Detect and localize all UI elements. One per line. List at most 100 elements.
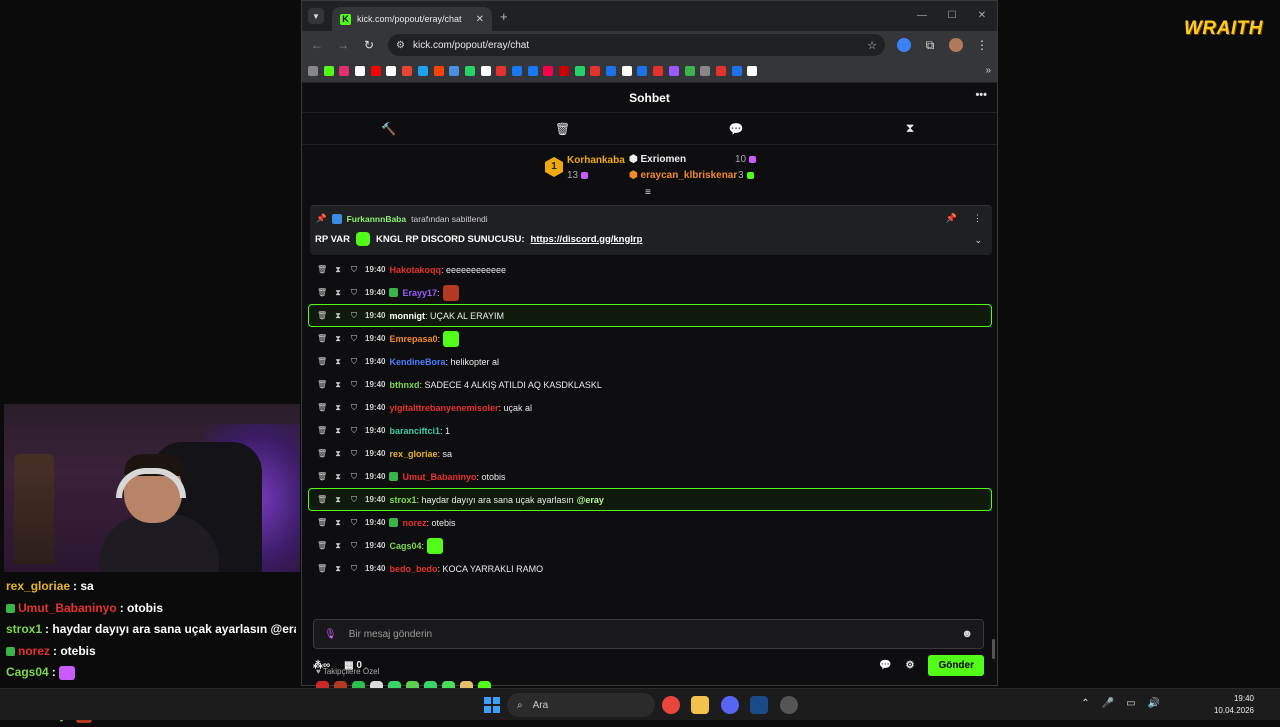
chat-message[interactable]: 🗑 ⧗ ⛉ 19:40 bedo_bedo: KOCA YARRAKLI RAMO — [308, 557, 992, 580]
bookmark-favicon-icon[interactable] — [527, 65, 538, 76]
bookmark-favicon-icon[interactable] — [355, 65, 366, 76]
delete-message-icon[interactable]: 🗑 — [317, 472, 327, 481]
delete-message-icon[interactable]: 🗑 — [317, 311, 327, 320]
bookmark-favicon-icon[interactable] — [386, 65, 397, 76]
discord-link[interactable]: https://discord.gg/knglrp — [531, 234, 643, 245]
chat-message[interactable]: 🗑 ⧗ ⛉ 19:40 KendineBora: helikopter al — [308, 350, 992, 373]
chat-scrollbar[interactable] — [992, 639, 995, 659]
bookmark-favicon-icon[interactable] — [590, 65, 601, 76]
volume-icon[interactable]: 🔊 — [1148, 698, 1160, 709]
bookmark-favicon-icon[interactable] — [731, 65, 742, 76]
timeout-icon[interactable]: ⧗ — [333, 472, 343, 482]
bookmark-favicon-icon[interactable] — [621, 65, 632, 76]
network-icon[interactable]: ▭ — [1126, 698, 1135, 709]
discord-icon[interactable] — [721, 696, 739, 714]
delete-message-icon[interactable]: 🗑 — [317, 426, 327, 435]
chat-input[interactable]: 🎙 Bir mesaj gönderin ☻ — [313, 619, 984, 649]
timeout-icon[interactable]: ⧗ — [333, 288, 343, 298]
pinned-menu-icon[interactable]: ⋮ — [973, 213, 982, 224]
message-username[interactable]: monnigt — [389, 311, 425, 321]
bookmark-favicon-icon[interactable] — [637, 65, 648, 76]
taskbar-search[interactable]: ⌕ Ara — [507, 693, 655, 717]
bookmark-favicon-icon[interactable] — [668, 65, 679, 76]
message-username[interactable]: Cags04 — [389, 541, 421, 551]
back-icon[interactable]: ← — [310, 38, 324, 52]
timeout-icon[interactable]: ⧗ — [333, 495, 343, 505]
delete-message-icon[interactable]: 🗑 — [317, 495, 327, 504]
channel-points-icon[interactable]: ⁂∞ — [313, 660, 330, 671]
extension-icon[interactable] — [897, 38, 911, 52]
hammer-icon[interactable]: 🔨 — [302, 113, 476, 144]
unpin-icon[interactable]: 📌 — [946, 213, 957, 224]
profile-avatar[interactable] — [949, 38, 963, 52]
timeout-icon[interactable]: ⧗ — [333, 449, 343, 459]
timeout-icon[interactable]: ⧗ — [333, 311, 343, 321]
message-username[interactable]: yigitalttrebanyenemisoler — [389, 403, 498, 413]
bookmark-favicon-icon[interactable] — [402, 65, 413, 76]
timeout-icon[interactable]: ⧗ — [333, 357, 343, 367]
bookmark-favicon-icon[interactable] — [606, 65, 617, 76]
bookmark-favicon-icon[interactable] — [511, 65, 522, 76]
bookmark-favicon-icon[interactable] — [449, 65, 460, 76]
chat-bubble-icon[interactable]: 💬 — [650, 113, 824, 144]
chat-message[interactable]: 🗑 ⧗ ⛉ 19:40 Umut_Babaninyo: otobis — [308, 465, 992, 488]
reload-icon[interactable]: ↻ — [362, 38, 376, 52]
forward-icon[interactable]: → — [336, 38, 350, 52]
browser-menu-icon[interactable]: ⋮ — [975, 38, 989, 52]
message-username[interactable]: bthnxd — [389, 380, 419, 390]
bookmark-favicon-icon[interactable] — [700, 65, 711, 76]
chat-message[interactable]: 🗑 ⧗ ⛉ 19:40 bthnxd: SADECE 4 ALKIŞ ATILDI AQ… — [308, 373, 992, 396]
mic-icon[interactable]: 🎙 — [324, 629, 337, 640]
message-username[interactable]: Emrepasa0 — [389, 334, 437, 344]
message-username[interactable]: Umut_Babaninyo — [402, 472, 476, 482]
file-explorer-icon[interactable] — [691, 696, 709, 714]
timeout-icon[interactable]: ⧗ — [333, 564, 343, 574]
message-username[interactable]: strox1 — [389, 495, 416, 505]
delete-message-icon[interactable]: 🗑 — [317, 449, 327, 458]
message-username[interactable]: rex_gloriae — [389, 449, 437, 459]
chat-message[interactable]: 🗑 ⧗ ⛉ 19:40 yigitalttrebanyenemisoler: uçak … — [308, 396, 992, 419]
chat-message[interactable]: 🗑 ⧗ ⛉ 19:40 baranciftci1: 1 — [308, 419, 992, 442]
delete-message-icon[interactable]: 🗑 — [317, 564, 327, 573]
chat-message[interactable]: 🗑 ⧗ ⛉ 19:40 Emrepasa0: — [308, 327, 992, 350]
bookmark-favicon-icon[interactable] — [559, 65, 569, 76]
bookmark-favicon-icon[interactable] — [574, 65, 585, 76]
tray-expand-icon[interactable]: ⌃ — [1081, 698, 1089, 709]
emoji-picker-icon[interactable]: ☻ — [961, 628, 973, 640]
steam-icon[interactable] — [750, 696, 768, 714]
bookmark-favicon-icon[interactable] — [747, 65, 758, 76]
windows-start-icon[interactable] — [484, 697, 500, 713]
microphone-icon[interactable]: 🎤 — [1102, 698, 1114, 709]
timeout-icon[interactable]: ⧗ — [333, 265, 343, 275]
store-points[interactable]: ▦ 0 — [344, 660, 362, 671]
delete-message-icon[interactable]: 🗑 — [317, 541, 327, 550]
apps-grid-icon[interactable] — [308, 65, 318, 76]
maximize-icon[interactable]: ☐ — [937, 1, 967, 31]
tab-kick-chat[interactable]: K kick.com/popout/eray/chat ✕ — [332, 7, 492, 31]
expand-pinned-icon[interactable]: ⌄ — [974, 235, 982, 246]
tab-search-button[interactable]: ▼ — [308, 8, 324, 24]
timeout-icon[interactable]: ⧗ — [333, 380, 343, 390]
bookmark-favicon-icon[interactable] — [543, 65, 554, 76]
delete-message-icon[interactable]: 🗑 — [317, 518, 327, 527]
bookmark-favicon-icon[interactable] — [433, 65, 444, 76]
bookmark-favicon-icon[interactable] — [370, 65, 381, 76]
message-username[interactable]: bedo_bedo — [389, 564, 437, 574]
chat-message[interactable]: 🗑 ⧗ ⛉ 19:40 monnigt: UÇAK AL ERAYIM — [308, 304, 992, 327]
send-button[interactable]: Gönder — [928, 654, 984, 676]
bookmark-favicon-icon[interactable] — [464, 65, 475, 76]
minimize-icon[interactable]: — — [907, 1, 937, 31]
message-username[interactable]: norez — [402, 518, 426, 528]
timeout-icon[interactable]: ⧗ — [333, 334, 343, 344]
delete-message-icon[interactable]: 🗑 — [317, 403, 327, 412]
app-icon[interactable] — [780, 696, 798, 714]
bookmark-favicon-icon[interactable] — [496, 65, 507, 76]
more-options-icon[interactable]: ••• — [975, 89, 987, 101]
chat-message[interactable]: 🗑 ⧗ ⛉ 19:40 Cags04: — [308, 534, 992, 557]
bookmark-favicon-icon[interactable] — [339, 65, 350, 76]
message-username[interactable]: KendineBora — [389, 357, 445, 367]
delete-message-icon[interactable]: 🗑 — [317, 265, 327, 274]
message-username[interactable]: Hakotakoqq — [389, 265, 441, 275]
chrome-icon[interactable] — [662, 696, 680, 714]
url-field[interactable]: ⚙ kick.com/popout/eray/chat ☆ — [388, 34, 885, 56]
